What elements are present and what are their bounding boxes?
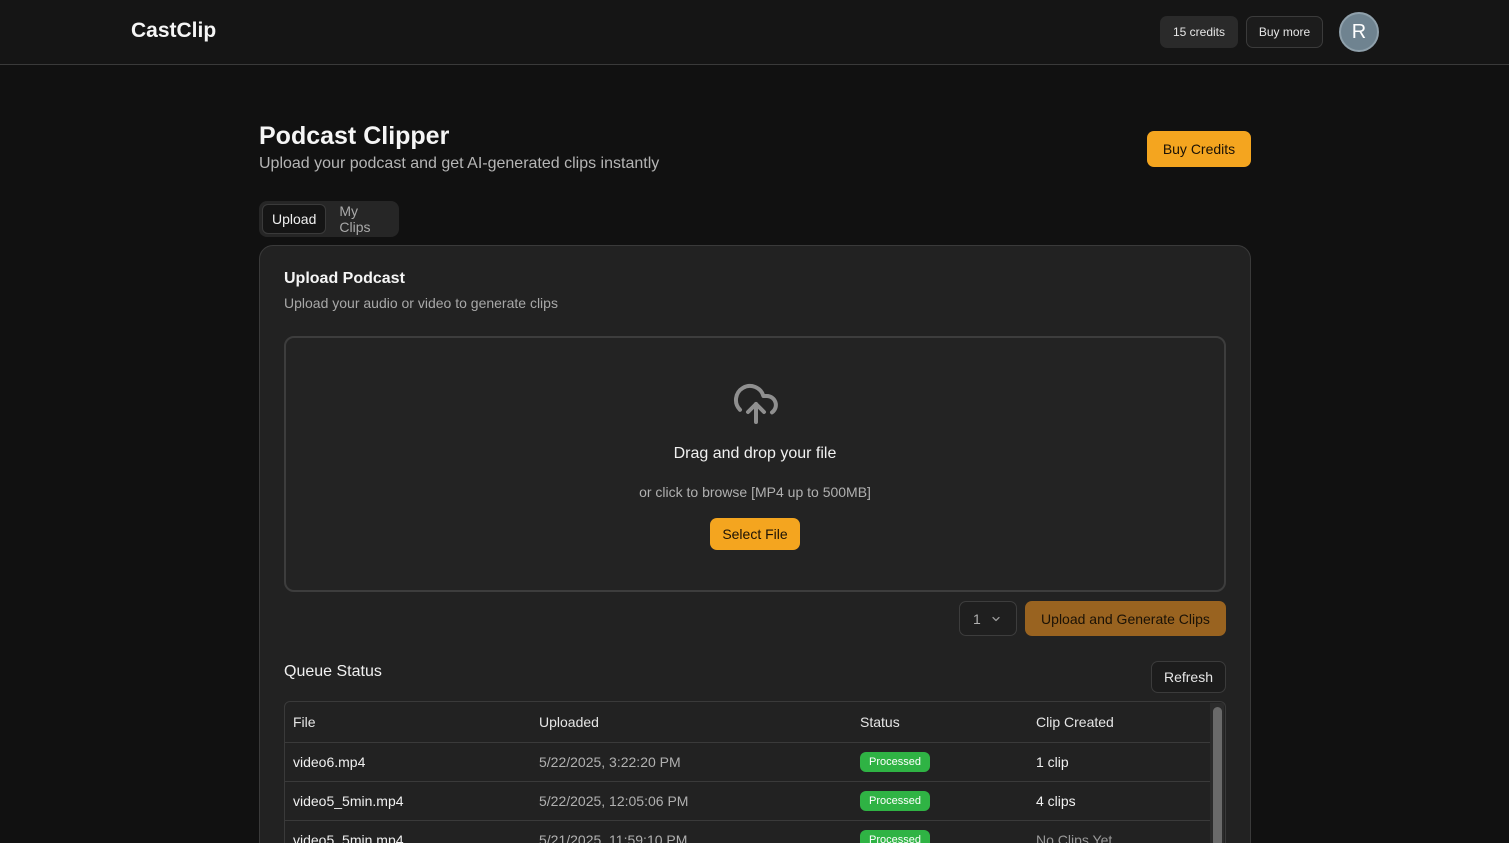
upload-generate-button[interactable]: Upload and Generate Clips — [1025, 601, 1226, 636]
tab-my-clips[interactable]: My Clips — [330, 203, 396, 235]
cloud-upload-icon — [734, 383, 778, 424]
avatar[interactable]: R — [1339, 12, 1379, 52]
file-name: video6.mp4 — [285, 742, 531, 782]
uploaded-time: 5/22/2025, 3:22:20 PM — [531, 742, 852, 782]
tab-upload[interactable]: Upload — [262, 204, 327, 234]
status-badge: Processed — [860, 751, 930, 772]
buy-credits-button[interactable]: Buy Credits — [1147, 131, 1251, 167]
card-subtitle: Upload your audio or video to generate c… — [284, 295, 558, 311]
dropzone-hint: or click to browse [MP4 up to 500MB] — [639, 484, 871, 500]
column-header-uploaded: Uploaded — [531, 702, 852, 743]
dropzone-text: Drag and drop your file — [673, 445, 837, 462]
buy-more-button[interactable]: Buy more — [1246, 16, 1323, 48]
status-cell: Processed — [852, 820, 1028, 843]
card-title: Upload Podcast — [284, 270, 405, 287]
table-row: video5_5min.mp4 5/22/2025, 12:05:06 PM P… — [285, 781, 1211, 821]
column-header-file: File — [285, 702, 531, 743]
table-scrollbar[interactable] — [1210, 703, 1224, 843]
upload-card: Upload Podcast Upload your audio or vide… — [259, 245, 1251, 843]
clip-count: No Clips Yet — [1028, 820, 1211, 843]
column-header-clip-created: Clip Created — [1028, 702, 1211, 743]
status-badge: Processed — [860, 829, 930, 843]
table-header-row: File Uploaded Status Clip Created — [285, 702, 1211, 743]
clip-count: 4 clips — [1028, 781, 1211, 821]
uploaded-time: 5/22/2025, 12:05:06 PM — [531, 781, 852, 821]
chevron-down-icon — [992, 616, 1000, 621]
column-header-status: Status — [852, 702, 1028, 743]
file-name: video5_5min.mp4 — [285, 820, 531, 843]
status-cell: Processed — [852, 781, 1028, 821]
scrollbar-thumb[interactable] — [1213, 707, 1222, 843]
credits-badge: 15 credits — [1160, 16, 1238, 48]
file-dropzone[interactable]: Drag and drop your file or click to brow… — [284, 336, 1226, 592]
top-navbar: CastClip 15 credits Buy more R — [0, 0, 1509, 65]
file-name: video5_5min.mp4 — [285, 781, 531, 821]
refresh-button[interactable]: Refresh — [1151, 661, 1226, 693]
tab-list: Upload My Clips — [259, 201, 399, 237]
page-subtitle: Upload your podcast and get AI-generated… — [259, 155, 660, 172]
clip-count-value: 1 — [973, 610, 981, 627]
page-title: Podcast Clipper — [259, 122, 450, 150]
select-file-button[interactable]: Select File — [710, 518, 800, 550]
queue-table: File Uploaded Status Clip Created video6… — [284, 701, 1226, 843]
brand-logo[interactable]: CastClip — [131, 19, 216, 43]
status-cell: Processed — [852, 742, 1028, 782]
uploaded-time: 5/21/2025, 11:59:10 PM — [531, 820, 852, 843]
status-badge: Processed — [860, 790, 930, 811]
queue-title: Queue Status — [284, 663, 382, 680]
clip-count-select[interactable]: 1 — [959, 601, 1017, 636]
table-row: video6.mp4 5/22/2025, 3:22:20 PM Process… — [285, 742, 1211, 782]
clip-count: 1 clip — [1028, 742, 1211, 782]
table-row: video5_5min.mp4 5/21/2025, 11:59:10 PM P… — [285, 820, 1211, 843]
